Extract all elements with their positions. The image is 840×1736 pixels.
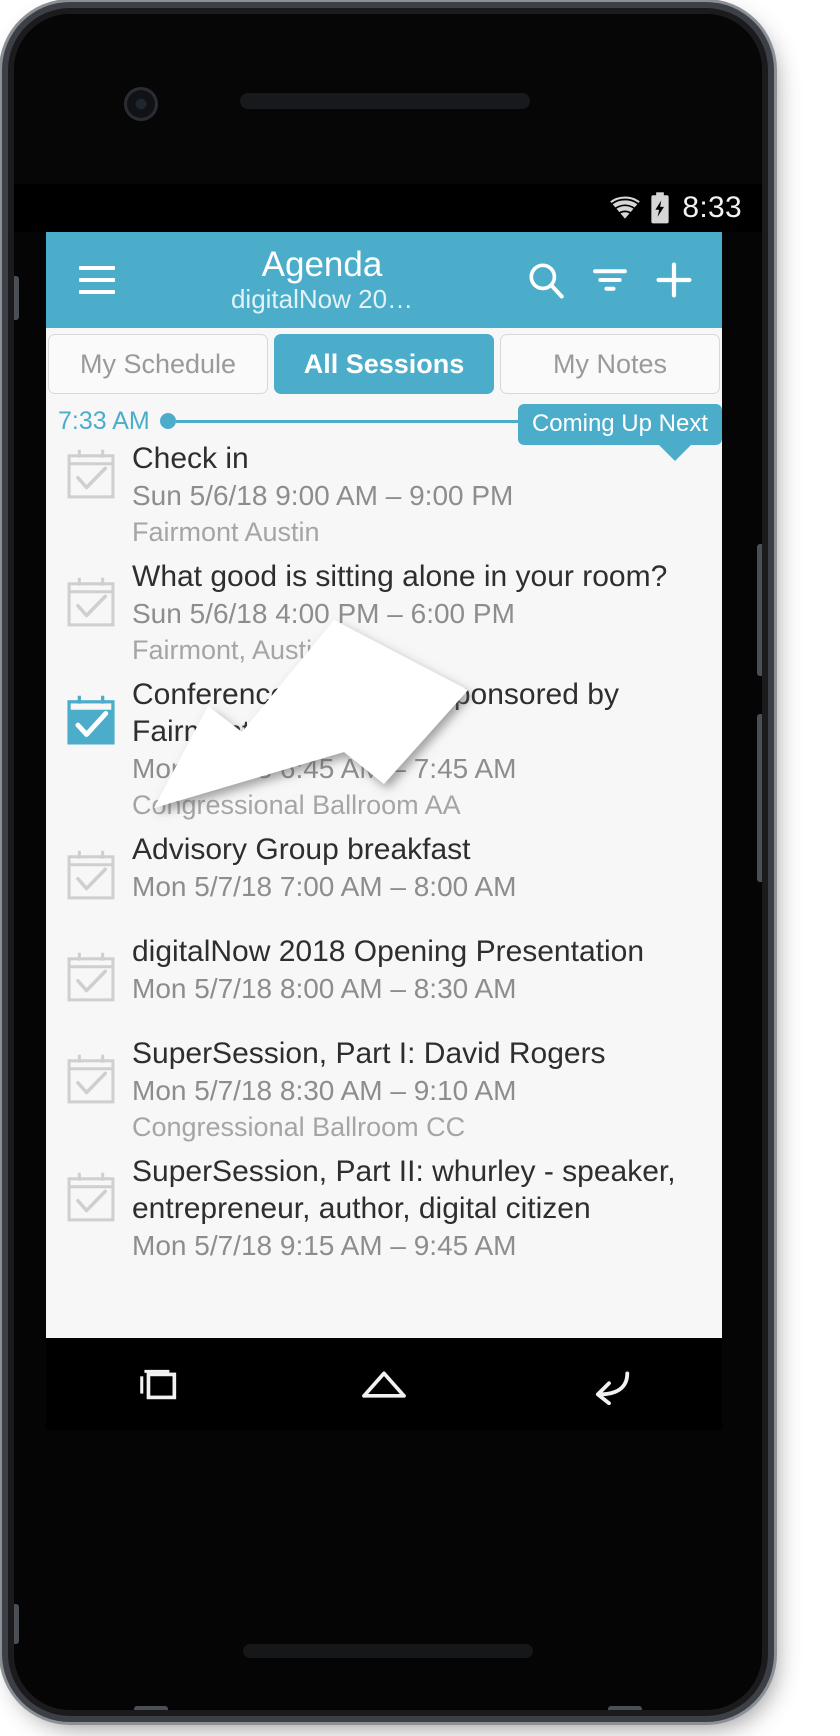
home-icon[interactable] — [344, 1354, 424, 1414]
calendar-unchecked-icon[interactable] — [60, 1033, 122, 1107]
session-details: SuperSession, Part I: David Rogers Mon 5… — [122, 1033, 708, 1145]
current-time-label: 7:33 AM — [58, 406, 150, 435]
session-row[interactable]: Advisory Group breakfast Mon 5/7/18 7:00… — [46, 829, 722, 925]
power-button[interactable] — [757, 544, 762, 676]
session-location: Congressional Ballroom CC — [132, 1112, 466, 1142]
calendar-unchecked-icon[interactable] — [60, 1151, 122, 1225]
session-time: Mon 5/7/18 9:15 AM – 9:45 AM — [132, 1230, 517, 1261]
battery-charging-icon — [650, 192, 670, 224]
session-row-selected[interactable]: Conference Breakfast, sponsored by Fairm… — [46, 674, 722, 823]
session-title: What good is sitting alone in your room? — [132, 560, 668, 593]
tab-bar: My Schedule All Sessions My Notes — [46, 328, 722, 402]
session-location: Fairmont Austin — [132, 517, 320, 547]
app-screen: Agenda digitalNow 20… My Schedule All Se… — [46, 232, 722, 1338]
menu-line-3 — [79, 290, 115, 294]
session-details: Check in Sun 5/6/18 9:00 AM – 9:00 PM Fa… — [122, 440, 708, 550]
coming-up-next-badge: Coming Up Next — [517, 404, 722, 445]
page-subtitle: digitalNow 20… — [230, 284, 414, 314]
earpiece-speaker — [240, 93, 530, 109]
app-bar: Agenda digitalNow 20… — [46, 232, 722, 328]
session-time: Mon 5/7/18 8:30 AM – 9:10 AM — [132, 1075, 517, 1106]
android-navigation-bar — [46, 1338, 722, 1430]
tab-my-schedule[interactable]: My Schedule — [48, 334, 268, 394]
left-accent-mark-bottom — [14, 1604, 19, 1644]
current-time-dot — [159, 413, 176, 429]
wifi-icon — [608, 195, 643, 221]
session-time: Mon 5/7/18 6:45 AM – 7:45 AM — [132, 753, 517, 784]
session-time: Mon 5/7/18 8:00 AM – 8:30 AM — [132, 973, 517, 1004]
session-row[interactable]: digitalNow 2018 Opening Presentation Mon… — [46, 931, 722, 1027]
tab-all-sessions[interactable]: All Sessions — [274, 334, 494, 394]
session-title: Advisory Group breakfast — [132, 833, 471, 866]
back-arrow-icon[interactable] — [569, 1354, 649, 1414]
session-row[interactable]: SuperSession, Part I: David Rogers Mon 5… — [46, 1033, 722, 1145]
current-time-indicator: 7:33 AM Coming Up Next — [46, 402, 722, 461]
session-details: SuperSession, Part II: whurley - speaker… — [122, 1151, 708, 1264]
session-details: What good is sitting alone in your room?… — [122, 556, 708, 668]
bottom-accent-mark-right — [608, 1706, 642, 1710]
front-camera-icon — [124, 87, 158, 121]
hamburger-menu-icon[interactable] — [70, 253, 124, 307]
camera-lens-dot — [135, 98, 147, 110]
session-title: digitalNow 2018 Opening Presentation — [132, 935, 645, 968]
calendar-unchecked-icon[interactable] — [60, 829, 122, 903]
status-bar: 8:33 — [14, 184, 762, 232]
calendar-checked-icon[interactable] — [60, 674, 122, 748]
search-icon[interactable] — [514, 248, 578, 312]
session-row[interactable]: What good is sitting alone in your room?… — [46, 556, 722, 668]
calendar-unchecked-icon[interactable] — [60, 556, 122, 630]
session-location: Fairmont, Austin — [132, 635, 328, 665]
session-time: Sun 5/6/18 4:00 PM – 6:00 PM — [132, 598, 515, 629]
session-title: SuperSession, Part I: David Rogers — [132, 1037, 606, 1070]
phone-frame: 8:33 Agenda digitalNow 20… My Schedule A… — [8, 8, 768, 1716]
phone-body: 8:33 Agenda digitalNow 20… My Schedule A… — [14, 14, 762, 1710]
filter-icon[interactable] — [578, 248, 642, 312]
calendar-unchecked-icon[interactable] — [60, 440, 122, 502]
left-accent-mark-top — [14, 276, 19, 320]
status-bar-clock: 8:33 — [682, 191, 742, 224]
page-title: Agenda — [261, 245, 383, 284]
session-title: Conference Breakfast, sponsored by Fairm… — [132, 678, 619, 748]
bottom-accent-mark-left — [134, 1706, 168, 1710]
session-list: Check in Sun 5/6/18 9:00 AM – 9:00 PM Fa… — [46, 440, 722, 1264]
plus-icon[interactable] — [642, 248, 706, 312]
menu-line-2 — [79, 278, 115, 282]
session-details: Advisory Group breakfast Mon 5/7/18 7:00… — [122, 829, 708, 905]
session-row[interactable]: Check in Sun 5/6/18 9:00 AM – 9:00 PM Fa… — [46, 440, 722, 550]
session-row[interactable]: SuperSession, Part II: whurley - speaker… — [46, 1151, 722, 1264]
session-time: Mon 5/7/18 7:00 AM – 8:00 AM — [132, 871, 517, 902]
session-title: SuperSession, Part II: whurley - speaker… — [132, 1155, 676, 1225]
app-bar-title-block: Agenda digitalNow 20… — [134, 245, 510, 315]
session-time: Sun 5/6/18 9:00 AM – 9:00 PM — [132, 480, 514, 511]
bottom-speaker-grille — [243, 1644, 533, 1658]
calendar-unchecked-icon[interactable] — [60, 931, 122, 1005]
tab-my-notes[interactable]: My Notes — [500, 334, 720, 394]
menu-line-1 — [79, 266, 115, 270]
session-details: digitalNow 2018 Opening Presentation Mon… — [122, 931, 708, 1007]
session-location: Congressional Ballroom AA — [132, 790, 461, 820]
session-details: Conference Breakfast, sponsored by Fairm… — [122, 674, 708, 823]
volume-button[interactable] — [757, 714, 762, 882]
recents-square-icon[interactable] — [119, 1354, 199, 1414]
session-title: Check in — [132, 442, 249, 475]
